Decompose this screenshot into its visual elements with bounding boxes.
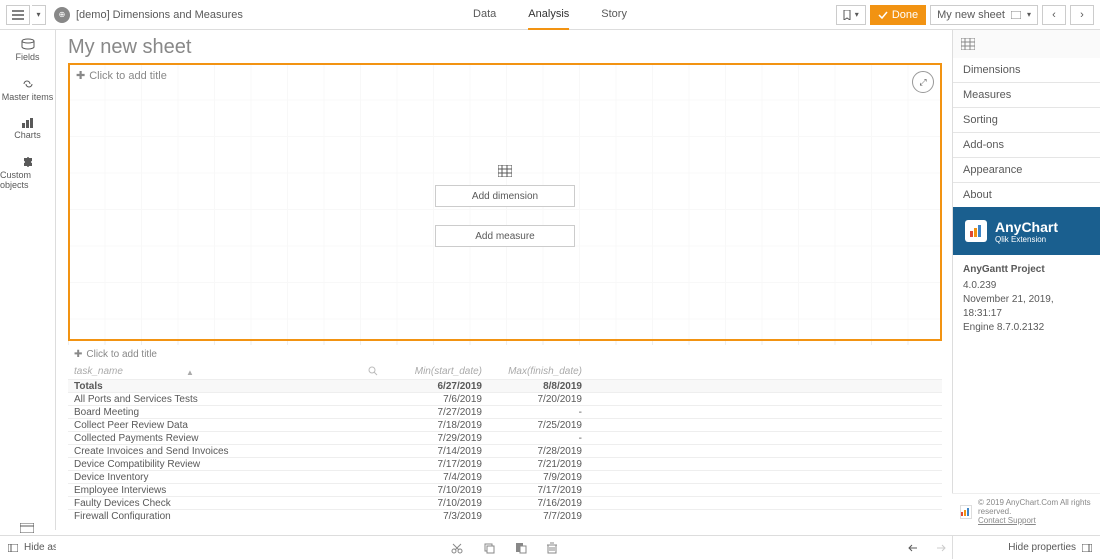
sheet-thumbnail-icon[interactable] [20, 523, 34, 533]
visualization-top[interactable]: ✚ Click to add title ⤢ Add dimension Add… [68, 63, 942, 341]
footer-text: © 2019 AnyChart.Com All rights reserved.… [978, 498, 1092, 525]
tab-story[interactable]: Story [601, 0, 627, 30]
hamburger-icon [12, 10, 24, 20]
panel-sorting[interactable]: Sorting [953, 108, 1100, 133]
copy-icon[interactable] [483, 542, 495, 554]
table-row[interactable]: Device Inventory7/4/20197/9/2019 [68, 470, 942, 483]
panel-dimensions[interactable]: Dimensions [953, 58, 1100, 83]
sheet-title[interactable]: My new sheet [68, 36, 942, 59]
topbar-right: ▾ Done My new sheet ▾ ‹ › [836, 5, 1094, 25]
search-icon[interactable] [368, 366, 378, 376]
puzzle-icon [22, 156, 34, 168]
chart-icon [21, 118, 35, 128]
hide-properties-bar[interactable]: Hide properties [952, 535, 1100, 559]
banner-text: AnyChart Qlik Extension [995, 219, 1058, 244]
viz-buttons: Add dimension Add measure [435, 185, 575, 247]
sidebar-item-fields[interactable]: Fields [0, 30, 55, 70]
menu-dropdown[interactable]: ▾ [32, 5, 46, 25]
done-label: Done [892, 9, 918, 21]
panel-about[interactable]: About [953, 183, 1100, 207]
sidebar-item-charts[interactable]: Charts [0, 110, 55, 148]
prev-sheet-button[interactable]: ‹ [1042, 5, 1066, 25]
chevron-right-icon: › [1080, 9, 1084, 21]
chevron-down-icon: ▾ [36, 10, 40, 19]
table-body: Totals6/27/20198/8/2019All Ports and Ser… [68, 379, 942, 520]
sheet-icon [1011, 11, 1021, 19]
expand-button[interactable]: ⤢ [912, 71, 934, 93]
extension-meta: AnyGantt Project 4.0.239 November 21, 20… [953, 255, 1100, 529]
sidebar-item-custom[interactable]: Custom objects [0, 148, 55, 198]
center-tabs: Data Analysis Story [473, 0, 627, 30]
canvas-wrap: ✚ Click to add title ⤢ Add dimension Add… [68, 63, 942, 520]
chevron-left-icon: ‹ [1052, 9, 1056, 21]
table-header: task_name ▲ Min(start_date) Max(finish_d… [68, 364, 942, 379]
collapse-icon [1082, 544, 1092, 552]
sidebar-item-master[interactable]: Master items [0, 70, 55, 110]
check-icon [878, 10, 888, 20]
cut-icon[interactable] [451, 542, 463, 554]
chevron-down-icon: ▾ [855, 10, 859, 19]
anychart-logo-small-icon [960, 505, 972, 519]
plus-icon: ✚ [74, 349, 82, 360]
sheet-name: My new sheet [937, 9, 1005, 21]
anychart-logo-icon [965, 220, 987, 242]
panel-appearance[interactable]: Appearance [953, 158, 1100, 183]
properties-panel: Dimensions Measures Sorting Add-ons Appe… [952, 30, 1100, 529]
add-measure-button[interactable]: Add measure [435, 225, 575, 247]
table-row[interactable]: Firewall Configuration7/3/20197/7/2019 [68, 509, 942, 520]
done-button[interactable]: Done [870, 5, 926, 25]
panel-measures[interactable]: Measures [953, 83, 1100, 108]
delete-icon[interactable] [547, 542, 557, 554]
topbar: ▾ ⊕ [demo] Dimensions and Measures Data … [0, 0, 1100, 30]
table-row[interactable]: All Ports and Services Tests7/6/20197/20… [68, 392, 942, 405]
col-finish-date[interactable]: Max(finish_date) [488, 366, 588, 377]
table-row[interactable]: Collected Payments Review7/29/2019- [68, 431, 942, 444]
col-task-name[interactable]: task_name ▲ [68, 366, 388, 377]
link-icon [21, 78, 35, 90]
redo-icon[interactable] [932, 543, 946, 553]
contact-support-link[interactable]: Contact Support [978, 516, 1092, 525]
table-row[interactable]: Device Compatibility Review7/17/20197/21… [68, 457, 942, 470]
next-sheet-button[interactable]: › [1070, 5, 1094, 25]
table-row[interactable]: Create Invoices and Send Invoices7/14/20… [68, 444, 942, 457]
tab-analysis[interactable]: Analysis [528, 0, 569, 30]
database-icon [21, 38, 35, 50]
object-toolbar [56, 535, 952, 559]
tab-data[interactable]: Data [473, 0, 496, 30]
bookmark-icon [843, 10, 851, 20]
panel-addons[interactable]: Add-ons [953, 133, 1100, 158]
table-icon [498, 165, 512, 177]
table-row[interactable]: Employee Interviews7/10/20197/17/2019 [68, 483, 942, 496]
expand-icon: ⤢ [919, 77, 926, 88]
sheet-dropdown[interactable]: My new sheet ▾ [930, 5, 1038, 25]
viz-title-bar[interactable]: ✚ Click to add title [70, 65, 940, 86]
collapse-icon [8, 544, 18, 552]
table-row-totals: Totals6/27/20198/8/2019 [68, 379, 942, 392]
asset-sidebar: Fields Master items Charts Custom object… [0, 30, 56, 530]
panel-footer: © 2019 AnyChart.Com All rights reserved.… [952, 493, 1100, 529]
undo-icon[interactable] [908, 543, 922, 553]
breadcrumb: [demo] Dimensions and Measures [76, 9, 243, 21]
sheet-canvas: My new sheet ✚ Click to add title ⤢ Add … [56, 30, 952, 529]
col-start-date[interactable]: Min(start_date) [388, 366, 488, 377]
app-icon: ⊕ [54, 7, 70, 23]
plus-icon: ✚ [76, 69, 85, 82]
viz-bottom-title[interactable]: ✚ Click to add title [68, 345, 942, 364]
visualization-bottom[interactable]: ✚ Click to add title task_name ▲ Min(sta… [68, 345, 942, 520]
menu-button[interactable] [6, 5, 30, 25]
sort-asc-icon: ▲ [186, 368, 194, 377]
table-row[interactable]: Collect Peer Review Data7/18/20197/25/20… [68, 418, 942, 431]
table-row[interactable]: Faulty Devices Check7/10/20197/16/2019 [68, 496, 942, 509]
viz-title-placeholder: Click to add title [89, 70, 167, 82]
add-dimension-button[interactable]: Add dimension [435, 185, 575, 207]
chevron-down-icon: ▾ [1027, 10, 1031, 19]
viz-type-icon[interactable] [953, 30, 1100, 58]
extension-banner: AnyChart Qlik Extension [953, 207, 1100, 255]
paste-icon[interactable] [515, 542, 527, 554]
table-row[interactable]: Board Meeting7/27/2019- [68, 405, 942, 418]
bookmark-button[interactable]: ▾ [836, 5, 866, 25]
